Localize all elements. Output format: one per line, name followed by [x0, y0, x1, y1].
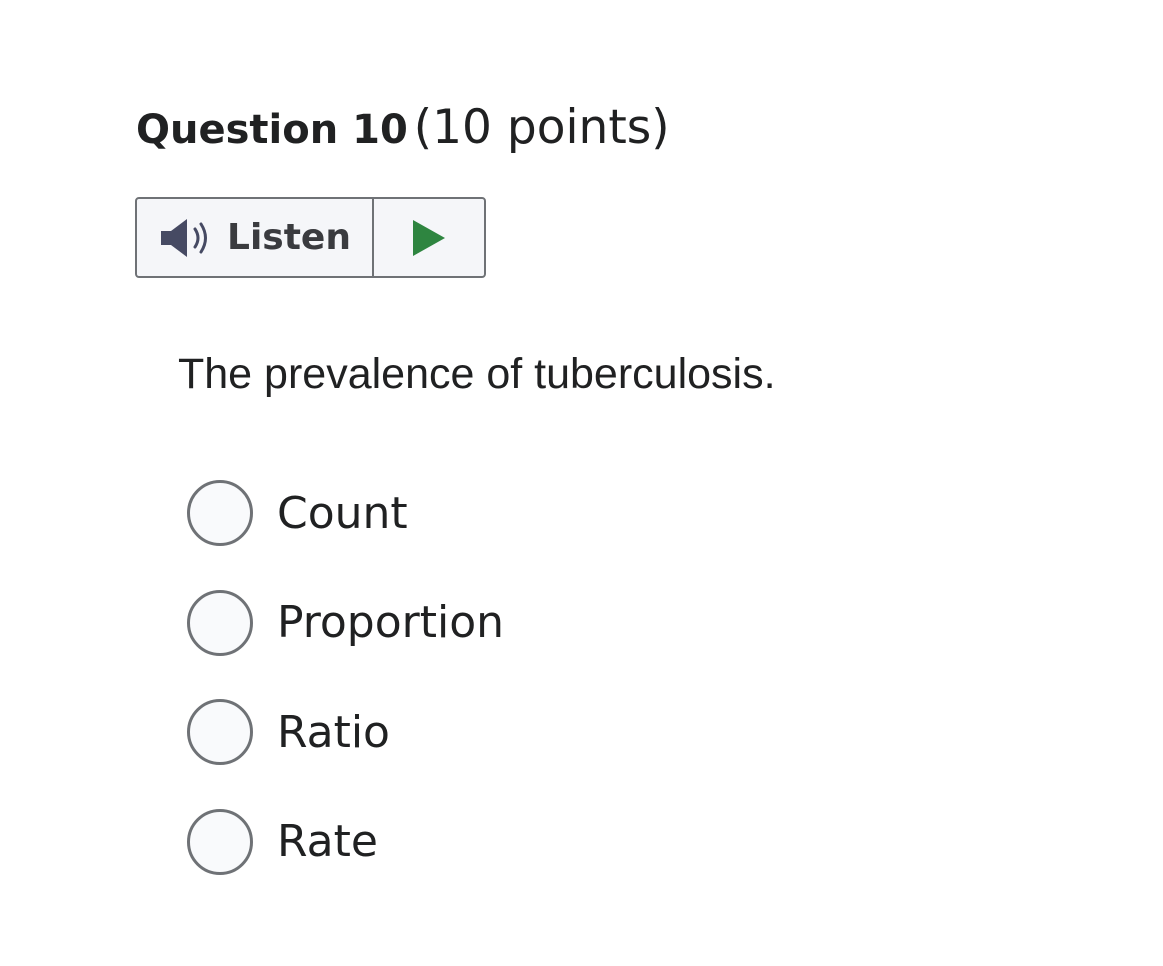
option-ratio[interactable]: Ratio — [187, 696, 504, 768]
answer-options: Count Proportion Ratio Rate — [187, 477, 504, 915]
question-points: (10 points) — [413, 100, 670, 155]
option-rate[interactable]: Rate — [187, 806, 504, 878]
option-proportion[interactable]: Proportion — [187, 587, 504, 659]
option-label: Rate — [277, 816, 378, 867]
speaker-icon — [159, 216, 211, 260]
question-header: Question 10 (10 points) — [136, 100, 670, 155]
play-button[interactable] — [374, 199, 484, 276]
play-icon — [412, 219, 446, 257]
radio-button[interactable] — [187, 589, 253, 656]
question-title: Question 10 — [136, 107, 408, 153]
question-prompt: The prevalence of tuberculosis. — [178, 350, 776, 398]
radio-button[interactable] — [187, 480, 253, 546]
option-label: Ratio — [277, 706, 390, 758]
listen-label: Listen — [227, 217, 351, 258]
listen-button[interactable]: Listen — [137, 199, 374, 276]
option-label: Proportion — [277, 597, 505, 648]
listen-widget: Listen — [135, 197, 486, 278]
radio-button[interactable] — [187, 808, 253, 875]
option-label: Count — [277, 487, 408, 539]
option-count[interactable]: Count — [187, 477, 504, 549]
radio-button[interactable] — [187, 699, 253, 765]
